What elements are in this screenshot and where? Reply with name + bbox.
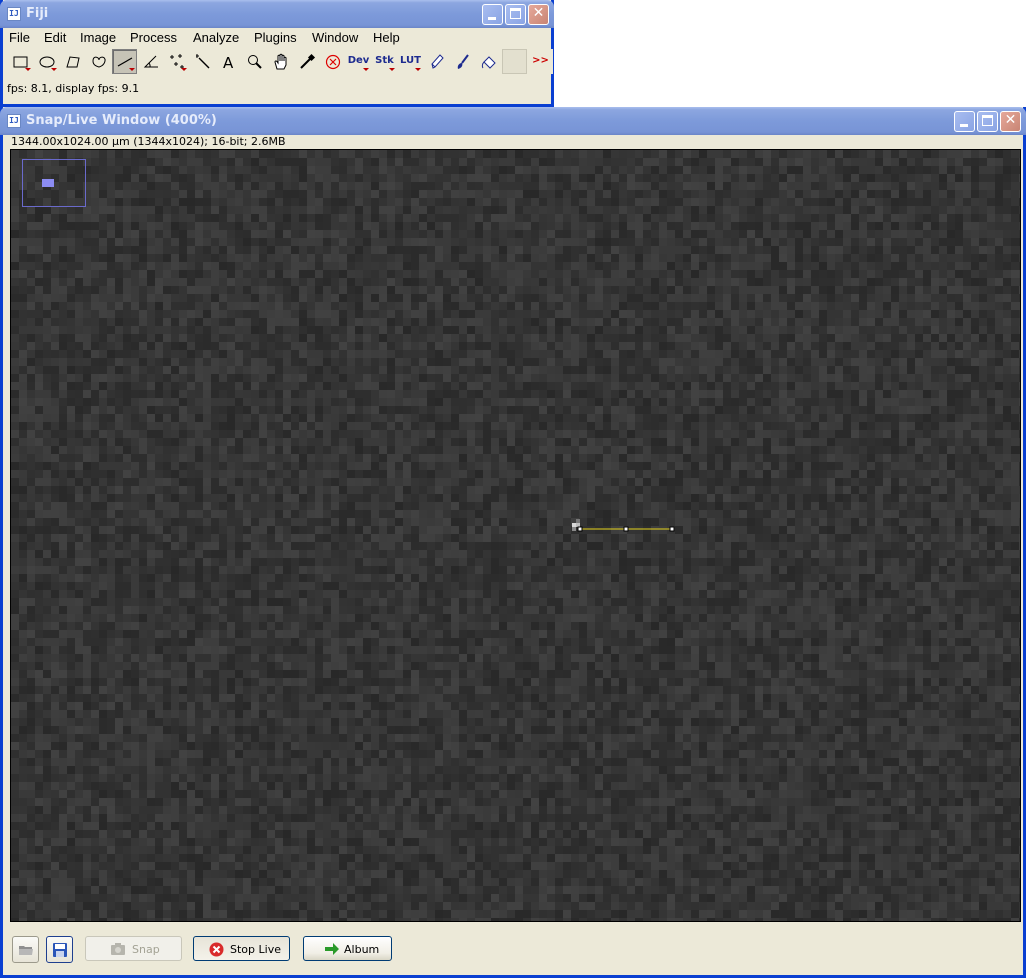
fiji-window-title: Fiji: [26, 6, 49, 21]
maximize-icon: [510, 8, 521, 19]
menu-analyze[interactable]: Analyze: [193, 30, 239, 45]
zoom-navigator[interactable]: [22, 159, 86, 207]
rectangle-tool[interactable]: [8, 49, 33, 74]
album-button[interactable]: Album: [303, 936, 392, 961]
close-icon: ✕: [1004, 112, 1017, 128]
close-button[interactable]: ✕: [528, 4, 549, 25]
menu-image[interactable]: Image: [80, 30, 116, 45]
snap-button-label: Snap: [132, 943, 160, 956]
line-icon: [117, 57, 133, 67]
multipoint-tool[interactable]: [164, 49, 189, 74]
scrolling-tool[interactable]: [268, 49, 293, 74]
status-bar: fps: 8.1, display fps: 9.1: [7, 82, 140, 95]
minimize-icon: [960, 124, 968, 127]
close-button[interactable]: ✕: [1000, 111, 1021, 132]
hand-icon: [274, 53, 287, 70]
minimize-button[interactable]: [954, 111, 975, 132]
zoom-navigator-view-rect[interactable]: [42, 179, 54, 187]
menu-plugins[interactable]: Plugins: [254, 30, 297, 45]
angle-tool[interactable]: [138, 49, 163, 74]
remove-icon: [325, 54, 341, 70]
stop-live-button[interactable]: Stop Live: [193, 936, 290, 961]
brush-icon: [457, 54, 469, 69]
dev-label: Dev: [347, 55, 370, 66]
fiji-app-icon: IJ: [7, 7, 21, 21]
snap-window-icon: IJ: [7, 114, 21, 128]
menu-bar: File Edit Image Process Analyze Plugins …: [3, 28, 551, 49]
line-roi-mid-handle[interactable]: [623, 526, 629, 532]
snap-live-window: IJ Snap/Live Window (400%) ✕ 1344.00x102…: [0, 107, 1026, 978]
lut-menu-tool[interactable]: LUT: [398, 49, 423, 74]
close-icon: ✕: [532, 5, 545, 21]
angle-icon: [143, 55, 158, 68]
flood-fill-tool[interactable]: [476, 49, 501, 74]
save-button[interactable]: [46, 936, 73, 963]
line-roi-end-handle[interactable]: [669, 526, 675, 532]
snap-button-bar: Snap Stop Live Album: [3, 926, 1023, 972]
magic-wand-icon: [196, 54, 210, 69]
pencil-tool[interactable]: [424, 49, 449, 74]
fiji-title-bar[interactable]: IJ Fiji ✕: [0, 0, 554, 28]
line-roi-start-handle[interactable]: [577, 526, 583, 532]
polygon-icon: [66, 56, 80, 68]
text-tool[interactable]: A: [216, 49, 241, 74]
menu-file[interactable]: File: [9, 30, 30, 45]
freehand-tool[interactable]: [86, 49, 111, 74]
pencil-icon: [431, 54, 444, 69]
snap-window-title: Snap/Live Window (400%): [26, 113, 217, 128]
magnifying-glass-tool[interactable]: [242, 49, 267, 74]
fiji-main-window: IJ Fiji ✕ File Edit Image Process Analyz…: [0, 0, 554, 107]
camera-icon: [111, 943, 125, 955]
maximize-button[interactable]: [505, 4, 526, 25]
svg-text:A: A: [223, 54, 234, 71]
open-folder-button[interactable]: [12, 936, 39, 963]
right-arrow-icon: [325, 943, 339, 955]
text-icon: A: [223, 54, 234, 71]
folder-icon: [19, 946, 33, 955]
stop-icon: [209, 942, 224, 957]
floppy-disk-icon: [53, 943, 67, 957]
empty-tool-slot[interactable]: [502, 49, 527, 74]
image-info-line: 1344.00x1024.00 µm (1344x1024); 16-bit; …: [11, 135, 286, 148]
freehand-icon: [92, 56, 106, 68]
live-image-canvas[interactable]: [10, 149, 1021, 922]
wand-tool[interactable]: [190, 49, 215, 74]
oval-tool[interactable]: [34, 49, 59, 74]
developer-menu-tool[interactable]: Dev: [346, 49, 371, 74]
menu-process[interactable]: Process: [130, 30, 177, 45]
paint-bucket-icon: [481, 56, 496, 69]
album-button-label: Album: [344, 943, 380, 956]
more-tools-label: >>: [532, 55, 549, 66]
lut-label: LUT: [400, 55, 421, 66]
menu-window[interactable]: Window: [312, 30, 358, 45]
maximize-icon: [982, 115, 993, 126]
tool-bar: A Dev Stk LUT >>: [5, 49, 553, 75]
multipoint-icon: [170, 54, 184, 69]
stop-live-button-label: Stop Live: [230, 943, 281, 956]
brush-tool[interactable]: [450, 49, 475, 74]
menu-help[interactable]: Help: [373, 30, 400, 45]
rectangle-icon: [13, 56, 28, 68]
menu-edit[interactable]: Edit: [44, 30, 66, 45]
minimize-icon: [488, 17, 496, 20]
color-picker-tool[interactable]: [294, 49, 319, 74]
remove-overlay-tool[interactable]: [320, 49, 345, 74]
stk-label: Stk: [375, 55, 394, 66]
snap-title-bar[interactable]: IJ Snap/Live Window (400%) ✕: [0, 107, 1026, 135]
stack-tools-menu[interactable]: Stk: [372, 49, 397, 74]
eyedropper-icon: [300, 53, 316, 69]
minimize-button[interactable]: [482, 4, 503, 25]
live-image: [11, 150, 1020, 921]
snap-button[interactable]: Snap: [85, 936, 182, 961]
magnifier-icon: [248, 55, 262, 69]
maximize-button[interactable]: [977, 111, 998, 132]
straight-line-tool[interactable]: [112, 49, 137, 74]
polygon-tool[interactable]: [60, 49, 85, 74]
more-tools-button[interactable]: >>: [528, 49, 553, 74]
oval-icon: [39, 56, 55, 68]
